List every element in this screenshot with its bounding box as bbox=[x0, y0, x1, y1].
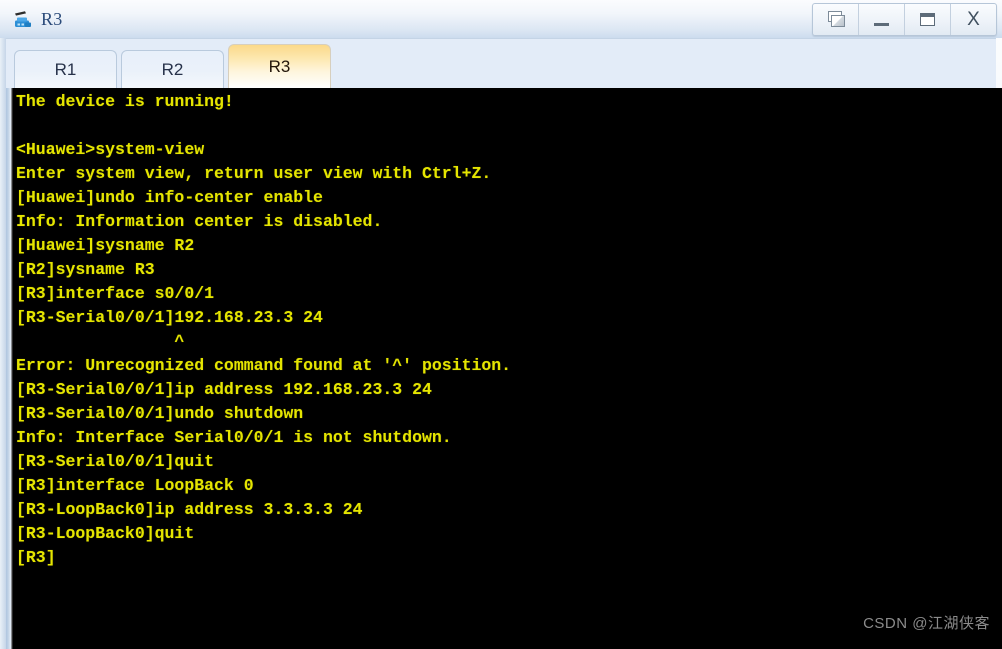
terminal-line: [R3-Serial0/0/1]192.168.23.3 24 bbox=[16, 308, 323, 327]
terminal-line: <Huawei>system-view bbox=[16, 140, 205, 159]
watermark: CSDN @江湖侠客 bbox=[863, 615, 990, 632]
tab-list: R1 R2 R3 bbox=[14, 40, 335, 88]
minimize-icon bbox=[874, 22, 889, 26]
tab-r2-label: R2 bbox=[161, 59, 184, 79]
title-bar-left: R3 bbox=[12, 0, 62, 38]
cascade-windows-icon bbox=[826, 11, 846, 28]
window-controls: X bbox=[812, 3, 997, 36]
window-left-edge bbox=[0, 38, 6, 649]
terminal-line: [Huawei]undo info-center enable bbox=[16, 188, 323, 207]
terminal-line: [R3]interface LoopBack 0 bbox=[16, 476, 254, 495]
cascade-windows-button[interactable] bbox=[813, 4, 859, 35]
terminal-area: The device is running! <Huawei>system-vi… bbox=[0, 88, 1002, 649]
terminal-line: Error: Unrecognized command found at '^'… bbox=[16, 356, 512, 375]
tab-strip: R1 R2 R3 bbox=[6, 38, 996, 88]
window-title: R3 bbox=[41, 8, 63, 29]
router-device-icon bbox=[12, 8, 34, 30]
terminal-line: The device is running! bbox=[16, 92, 234, 111]
terminal-line: Enter system view, return user view with… bbox=[16, 164, 492, 183]
terminal-line: [R3] bbox=[16, 548, 56, 567]
terminal-line: [R3-Serial0/0/1]quit bbox=[16, 452, 215, 471]
terminal-line: ^ bbox=[16, 332, 185, 351]
terminal-line: [R3-LoopBack0]quit bbox=[16, 524, 195, 543]
tab-r3-label: R3 bbox=[268, 56, 291, 76]
terminal-line: [R3-Serial0/0/1]ip address 192.168.23.3 … bbox=[16, 380, 432, 399]
maximize-button[interactable] bbox=[905, 4, 951, 35]
terminal-line: [R3-Serial0/0/1]undo shutdown bbox=[16, 404, 304, 423]
title-bar: R3 X bbox=[0, 0, 1002, 38]
maximize-icon bbox=[920, 13, 935, 26]
terminal-line: Info: Information center is disabled. bbox=[16, 212, 383, 231]
terminal-line: [Huawei]sysname R2 bbox=[16, 236, 195, 255]
tab-r1[interactable]: R1 bbox=[14, 50, 117, 88]
close-button[interactable]: X bbox=[951, 4, 996, 35]
terminal-line: [R3-LoopBack0]ip address 3.3.3.3 24 bbox=[16, 500, 363, 519]
terminal-output: The device is running! <Huawei>system-vi… bbox=[16, 90, 511, 570]
tab-r3[interactable]: R3 bbox=[228, 44, 331, 88]
terminal-line: [R2]sysname R3 bbox=[16, 260, 155, 279]
tab-r1-label: R1 bbox=[54, 59, 77, 79]
tab-r2[interactable]: R2 bbox=[121, 50, 224, 88]
close-icon: X bbox=[967, 9, 980, 30]
minimize-button[interactable] bbox=[859, 4, 905, 35]
emulator-window: R3 X R1 R2 R3 The device is running! <Hu… bbox=[0, 0, 1002, 649]
terminal-line: Info: Interface Serial0/0/1 is not shutd… bbox=[16, 428, 452, 447]
terminal-line: [R3]interface s0/0/1 bbox=[16, 284, 215, 303]
terminal-console[interactable]: The device is running! <Huawei>system-vi… bbox=[13, 88, 1002, 649]
